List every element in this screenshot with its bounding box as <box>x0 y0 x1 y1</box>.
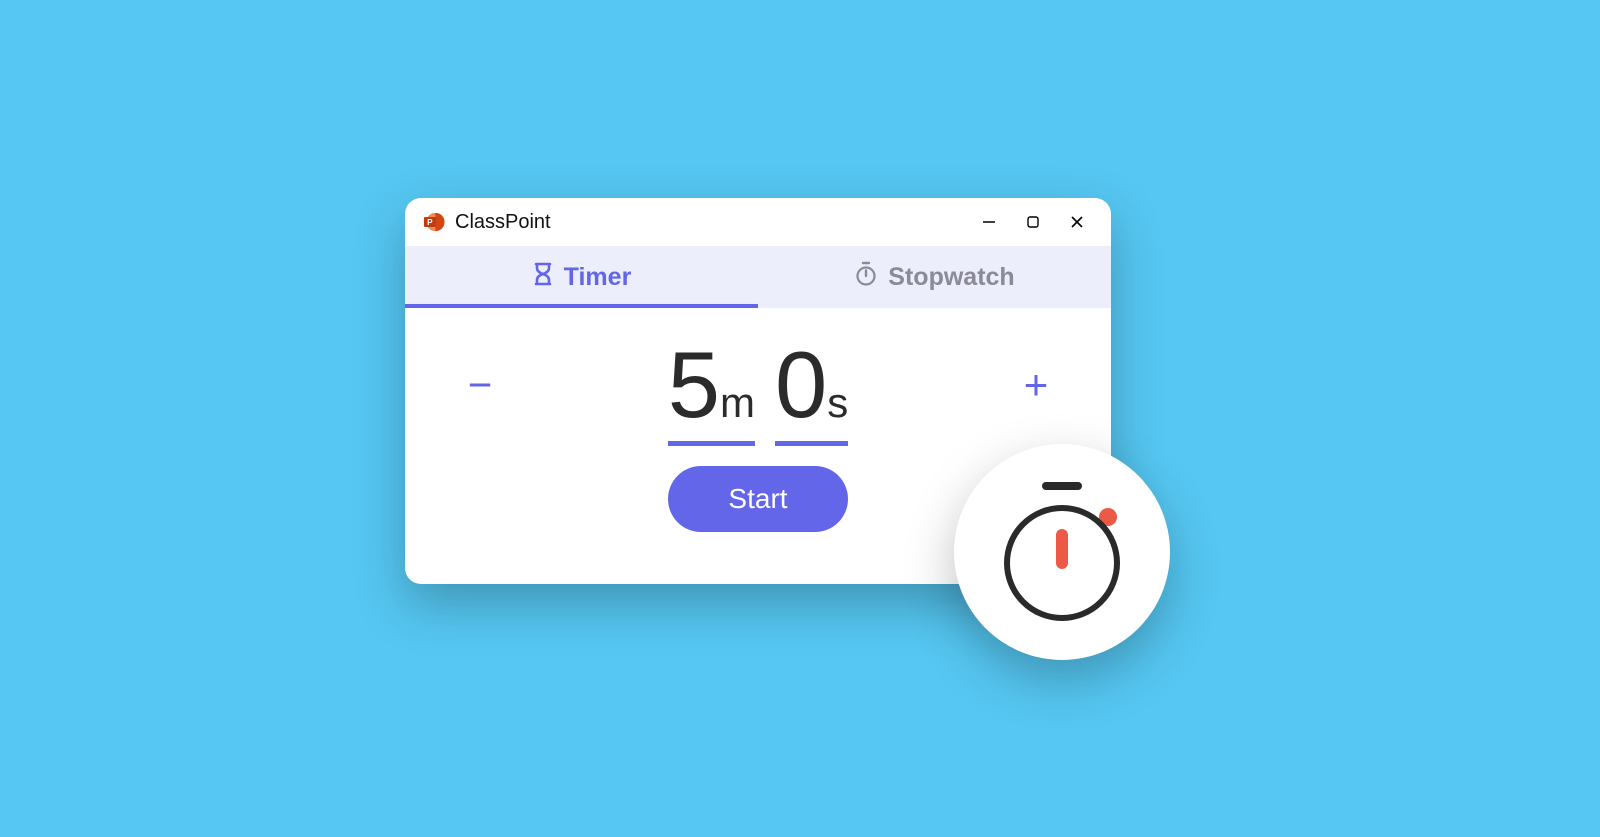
stopwatch-badge <box>954 444 1170 660</box>
start-button[interactable]: Start <box>668 466 847 532</box>
time-display: 5 m 0 s <box>668 338 849 432</box>
minutes-value: 5 <box>668 338 718 432</box>
stopwatch-badge-icon <box>992 477 1132 627</box>
minutes-segment[interactable]: 5 m <box>668 338 755 432</box>
decrement-button[interactable]: − <box>455 361 505 409</box>
minutes-unit: m <box>720 379 755 427</box>
app-title: ClassPoint <box>455 211 967 234</box>
svg-text:P: P <box>427 218 433 227</box>
time-row: − 5 m 0 s + <box>455 338 1061 432</box>
titlebar: P ClassPoint <box>405 198 1111 246</box>
close-button[interactable] <box>1055 202 1099 242</box>
tab-stopwatch[interactable]: Stopwatch <box>758 246 1111 308</box>
seconds-value: 0 <box>775 338 825 432</box>
seconds-unit: s <box>827 379 848 427</box>
minutes-underline <box>668 441 755 446</box>
seconds-underline <box>775 441 848 446</box>
seconds-segment[interactable]: 0 s <box>775 338 848 432</box>
hourglass-icon <box>532 261 554 294</box>
tab-timer-label: Timer <box>564 263 632 292</box>
tab-timer[interactable]: Timer <box>405 246 758 308</box>
tab-stopwatch-label: Stopwatch <box>888 263 1014 292</box>
window-controls <box>967 202 1099 242</box>
stopwatch-icon <box>854 261 878 294</box>
minimize-button[interactable] <box>967 202 1011 242</box>
maximize-button[interactable] <box>1011 202 1055 242</box>
increment-button[interactable]: + <box>1011 361 1061 409</box>
powerpoint-icon: P <box>423 211 445 233</box>
tabs: Timer Stopwatch <box>405 246 1111 308</box>
